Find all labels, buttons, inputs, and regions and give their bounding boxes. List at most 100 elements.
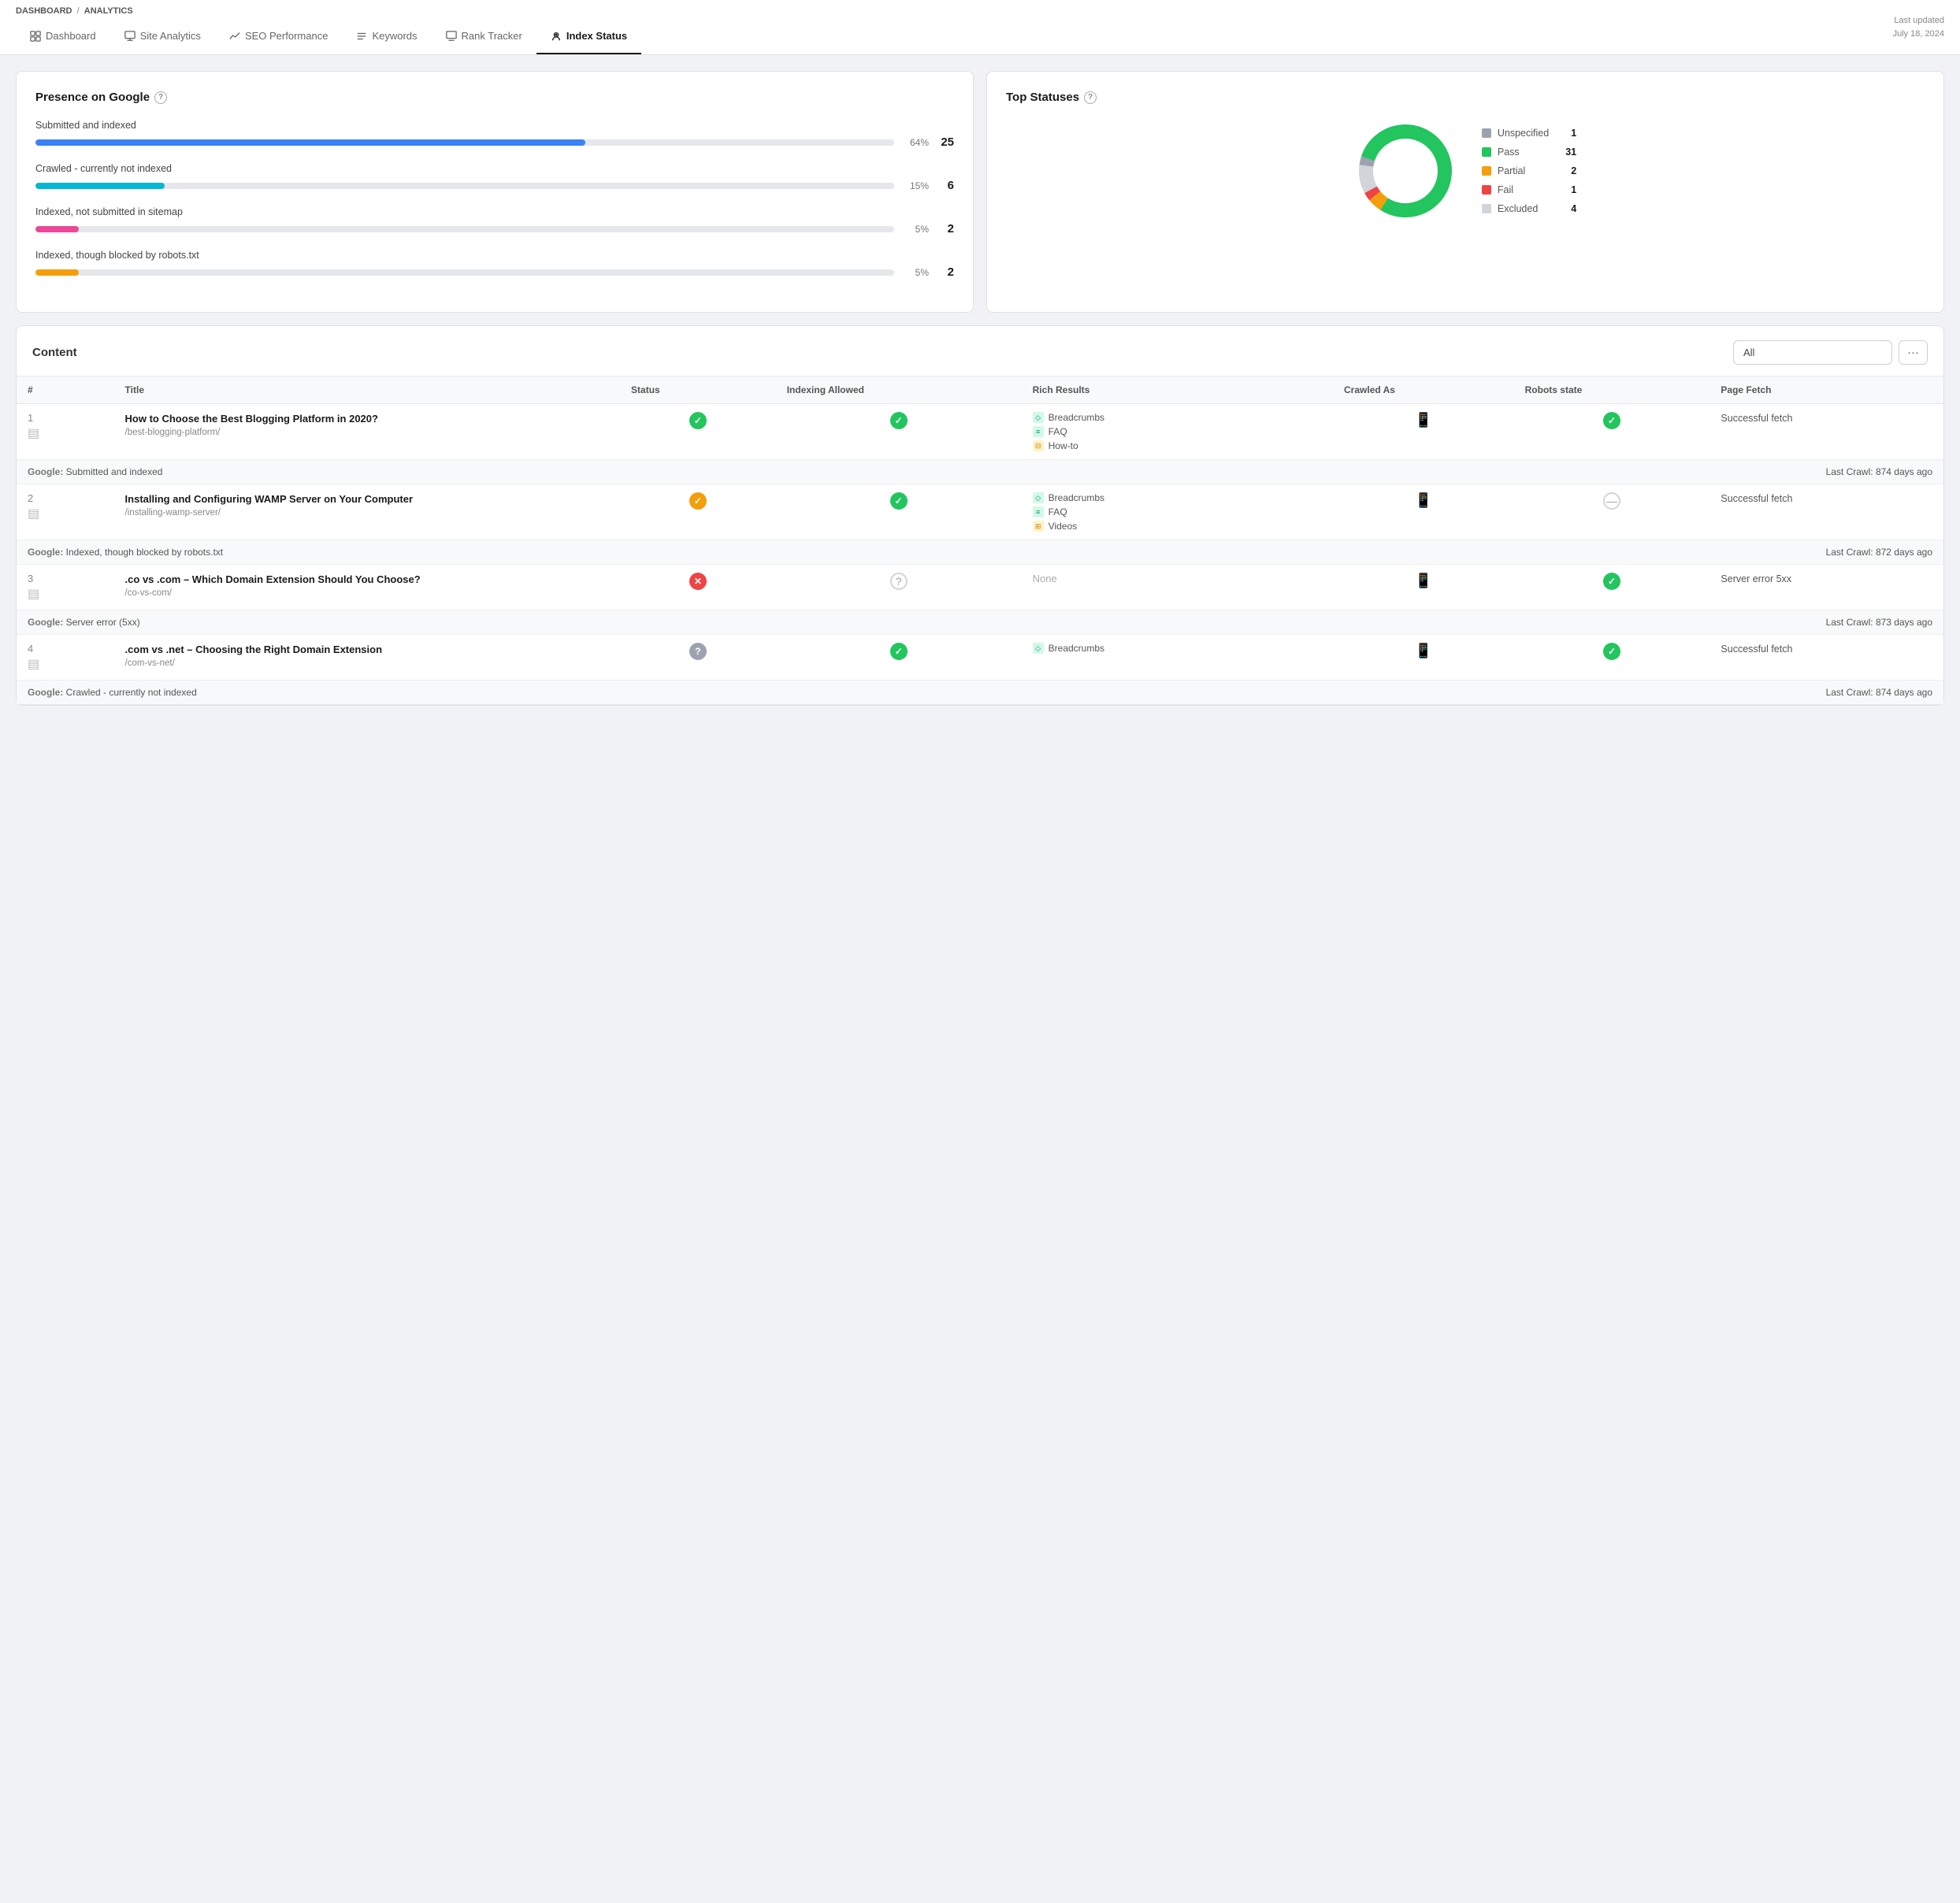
- presence-item: Crawled - currently not indexed 15% 6: [35, 163, 954, 192]
- presence-items: Submitted and indexed 64% 25 Crawled - c…: [35, 120, 954, 279]
- bar-row: 5% 2: [35, 222, 954, 236]
- tab-dashboard-label: Dashboard: [46, 30, 96, 42]
- row-status-cell: ?: [620, 635, 776, 681]
- robots-check: ✓: [1603, 643, 1620, 660]
- top-bar: DASHBOARD / ANALYTICS Dashboard Site Ana…: [0, 0, 1960, 55]
- last-updated-date: July 18, 2024: [1893, 28, 1944, 41]
- row-crawled-cell: 📱: [1333, 404, 1514, 460]
- status-question: ?: [689, 643, 707, 660]
- rich-item: ⊞ Videos: [1033, 521, 1322, 532]
- table-row[interactable]: 2 ▤ Installing and Configuring WAMP Serv…: [17, 484, 1943, 540]
- table-row[interactable]: 4 ▤ .com vs .net – Choosing the Right Do…: [17, 635, 1943, 681]
- bar-track: [35, 139, 894, 146]
- row-status-cell: ✓: [620, 404, 776, 460]
- row-rich-cell: ◇ Breadcrumbs ≡ FAQ ⊞ Videos: [1022, 484, 1333, 540]
- row-indexing-cell: ✓: [776, 404, 1022, 460]
- bar-fill: [35, 183, 165, 189]
- content-title: Content: [32, 346, 77, 359]
- mobile-icon: 📱: [1415, 643, 1432, 658]
- row-icon: ▤: [28, 586, 103, 602]
- row-crawled-cell: 📱: [1333, 484, 1514, 540]
- google-status-row: Google: Submitted and indexed Last Crawl…: [17, 460, 1943, 484]
- legend-item: Pass 31: [1482, 147, 1576, 158]
- rich-results: ◇ Breadcrumbs: [1033, 643, 1322, 654]
- legend-item: Fail 1: [1482, 184, 1576, 195]
- row-fetch-cell: Successful fetch: [1709, 484, 1943, 540]
- google-status-row: Google: Indexed, though blocked by robot…: [17, 540, 1943, 565]
- legend-label: Partial: [1498, 165, 1549, 176]
- rich-results: ◇ Breadcrumbs ≡ FAQ ⊞ Videos: [1033, 492, 1322, 532]
- fetch-status: Server error 5xx: [1721, 573, 1791, 584]
- rich-item: ◇ Breadcrumbs: [1033, 492, 1322, 503]
- col-title: Title: [114, 377, 620, 404]
- presence-card: Presence on Google ? Submitted and index…: [16, 71, 974, 313]
- top-cards: Presence on Google ? Submitted and index…: [16, 71, 1944, 313]
- legend-item: Unspecified 1: [1482, 128, 1576, 139]
- google-status-text: Server error (5xx): [66, 617, 140, 628]
- col-indexing: Indexing Allowed: [776, 377, 1022, 404]
- robots-check: ✓: [1603, 412, 1620, 429]
- tab-site-analytics[interactable]: Site Analytics: [110, 19, 215, 54]
- legend: Unspecified 1 Pass 31 Partial 2 Fail 1 E…: [1482, 128, 1576, 214]
- fetch-status: Successful fetch: [1721, 493, 1792, 504]
- rich-label: Breadcrumbs: [1049, 643, 1104, 654]
- google-label: Google:: [28, 617, 66, 628]
- filter-more-button[interactable]: ···: [1899, 340, 1928, 365]
- tab-seo-performance[interactable]: SEO Performance: [215, 19, 343, 54]
- rich-icon: ⊟: [1033, 440, 1044, 451]
- main-content: Presence on Google ? Submitted and index…: [0, 55, 1960, 722]
- bar-track: [35, 226, 894, 232]
- bar-row: 64% 25: [35, 135, 954, 149]
- last-crawl-label: Last Crawl:: [1826, 687, 1876, 698]
- table-row[interactable]: 3 ▤ .co vs .com – Which Domain Extension…: [17, 565, 1943, 610]
- last-crawl-value: 874 days ago: [1876, 466, 1932, 477]
- col-robots: Robots state: [1514, 377, 1710, 404]
- status-partial: ✓: [689, 492, 707, 510]
- rich-item: ⊟ How-to: [1033, 440, 1322, 451]
- last-crawl-label: Last Crawl:: [1826, 466, 1876, 477]
- row-title-cell: .co vs .com – Which Domain Extension Sho…: [114, 565, 620, 610]
- title-url: /installing-wamp-server/: [125, 508, 609, 517]
- tab-dashboard[interactable]: Dashboard: [16, 19, 110, 54]
- legend-label: Pass: [1498, 147, 1543, 158]
- tab-seo-performance-label: SEO Performance: [245, 30, 329, 42]
- last-crawl-cell: Last Crawl: 874 days ago: [1333, 460, 1943, 484]
- fetch-status: Successful fetch: [1721, 413, 1792, 424]
- rich-results: None: [1033, 573, 1322, 584]
- col-crawled: Crawled As: [1333, 377, 1514, 404]
- robots-dash: —: [1603, 492, 1620, 510]
- rich-label: FAQ: [1049, 426, 1067, 437]
- row-title-cell: How to Choose the Best Blogging Platform…: [114, 404, 620, 460]
- filter-input[interactable]: [1733, 340, 1892, 365]
- legend-dot: [1482, 185, 1491, 195]
- bar-pct: 15%: [904, 180, 929, 191]
- legend-dot: [1482, 128, 1491, 138]
- table-row[interactable]: 1 ▤ How to Choose the Best Blogging Plat…: [17, 404, 1943, 460]
- row-num-cell: 4 ▤: [17, 635, 114, 681]
- content-header: Content ···: [17, 326, 1943, 377]
- rich-label: Breadcrumbs: [1049, 412, 1104, 423]
- indexing-check: ✓: [890, 643, 908, 660]
- rich-item: ◇ Breadcrumbs: [1033, 412, 1322, 423]
- indexing-check: ✓: [890, 492, 908, 510]
- google-label: Google:: [28, 687, 66, 698]
- google-status-cell: Google: Server error (5xx): [17, 610, 1333, 635]
- top-statuses-help-icon[interactable]: ?: [1084, 91, 1097, 104]
- title-url: /co-vs-com/: [125, 588, 609, 598]
- title-cell: How to Choose the Best Blogging Platform…: [125, 412, 609, 437]
- bar-count: 2: [938, 265, 954, 279]
- presence-help-icon[interactable]: ?: [154, 91, 167, 104]
- rich-results: ◇ Breadcrumbs ≡ FAQ ⊟ How-to: [1033, 412, 1322, 451]
- top-statuses-card: Top Statuses ?: [986, 71, 1944, 313]
- tab-index-status[interactable]: Index Status: [536, 19, 641, 54]
- google-status-cell: Google: Submitted and indexed: [17, 460, 1333, 484]
- presence-label: Indexed, though blocked by robots.txt: [35, 250, 954, 261]
- row-status-cell: ✕: [620, 565, 776, 610]
- top-statuses-title: Top Statuses ?: [1006, 91, 1925, 104]
- tab-keywords[interactable]: Keywords: [342, 19, 431, 54]
- google-label: Google:: [28, 547, 66, 558]
- last-crawl-cell: Last Crawl: 874 days ago: [1333, 681, 1943, 705]
- tab-rank-tracker[interactable]: Rank Tracker: [432, 19, 536, 54]
- google-status-cell: Google: Crawled - currently not indexed: [17, 681, 1333, 705]
- bar-pct: 64%: [904, 137, 929, 148]
